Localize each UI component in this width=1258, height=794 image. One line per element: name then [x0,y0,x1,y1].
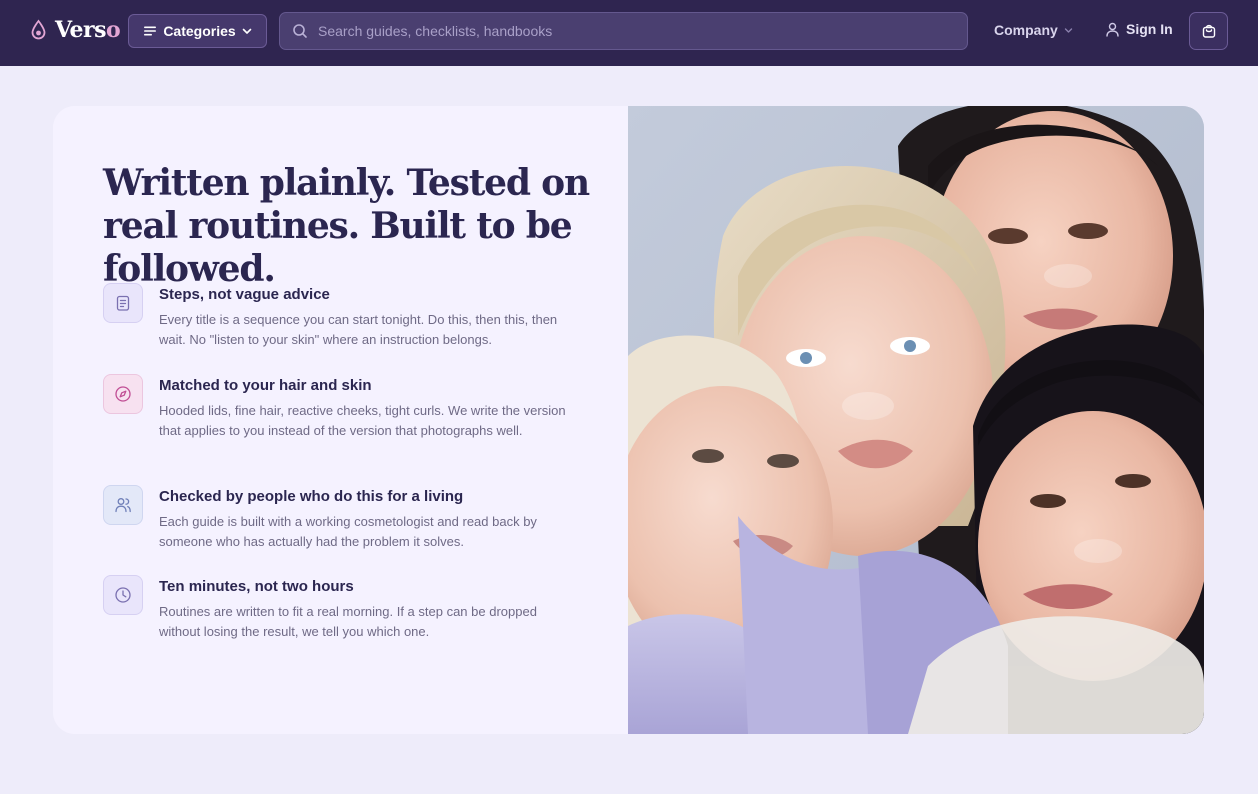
company-label: Company [994,22,1058,38]
top-nav: Verso Categories Company Sign In [0,0,1258,66]
cart-button[interactable] [1189,12,1228,50]
hero-photo [628,106,1204,734]
chevron-down-icon [242,28,251,34]
feature-title: Matched to your hair and skin [159,377,372,394]
brand-name: Verso [55,17,121,43]
hero-card: Written plainly. Tested on real routines… [53,106,1204,734]
feature-description: Hooded lids, fine hair, reactive cheeks,… [159,403,566,438]
feature-description: Each guide is built with a working cosme… [159,514,537,549]
search-input[interactable] [308,13,967,49]
hero-headline: Written plainly. Tested on real routines… [103,162,590,290]
compass-icon [103,374,143,414]
feature-title: Checked by people who do this for a livi… [159,488,464,505]
feature-title: Steps, not vague advice [159,286,330,303]
user-icon [1106,22,1119,37]
shopping-bag-icon [1202,24,1215,38]
menu-lines-icon [144,26,157,36]
categories-button[interactable]: Categories [128,14,267,48]
models-group-image [628,106,1204,734]
sign-in-link[interactable]: Sign In [1105,21,1173,37]
company-menu[interactable]: Company [994,22,1073,38]
sign-in-label: Sign In [1126,21,1173,37]
hero-text-panel: Written plainly. Tested on real routines… [53,106,628,734]
brand-logo[interactable]: Verso [30,17,121,43]
categories-label: Categories [163,23,236,39]
droplet-logo-icon [31,19,46,40]
search-bar [279,12,968,50]
chevron-down-icon [1064,27,1072,33]
users-icon [103,485,143,525]
feature-description: Every title is a sequence you can start … [159,312,558,347]
clock-icon [103,575,143,615]
search-icon [293,24,307,38]
clipboard-icon [103,283,143,323]
feature-title: Ten minutes, not two hours [159,578,354,595]
feature-description: Routines are written to fit a real morni… [159,604,537,639]
